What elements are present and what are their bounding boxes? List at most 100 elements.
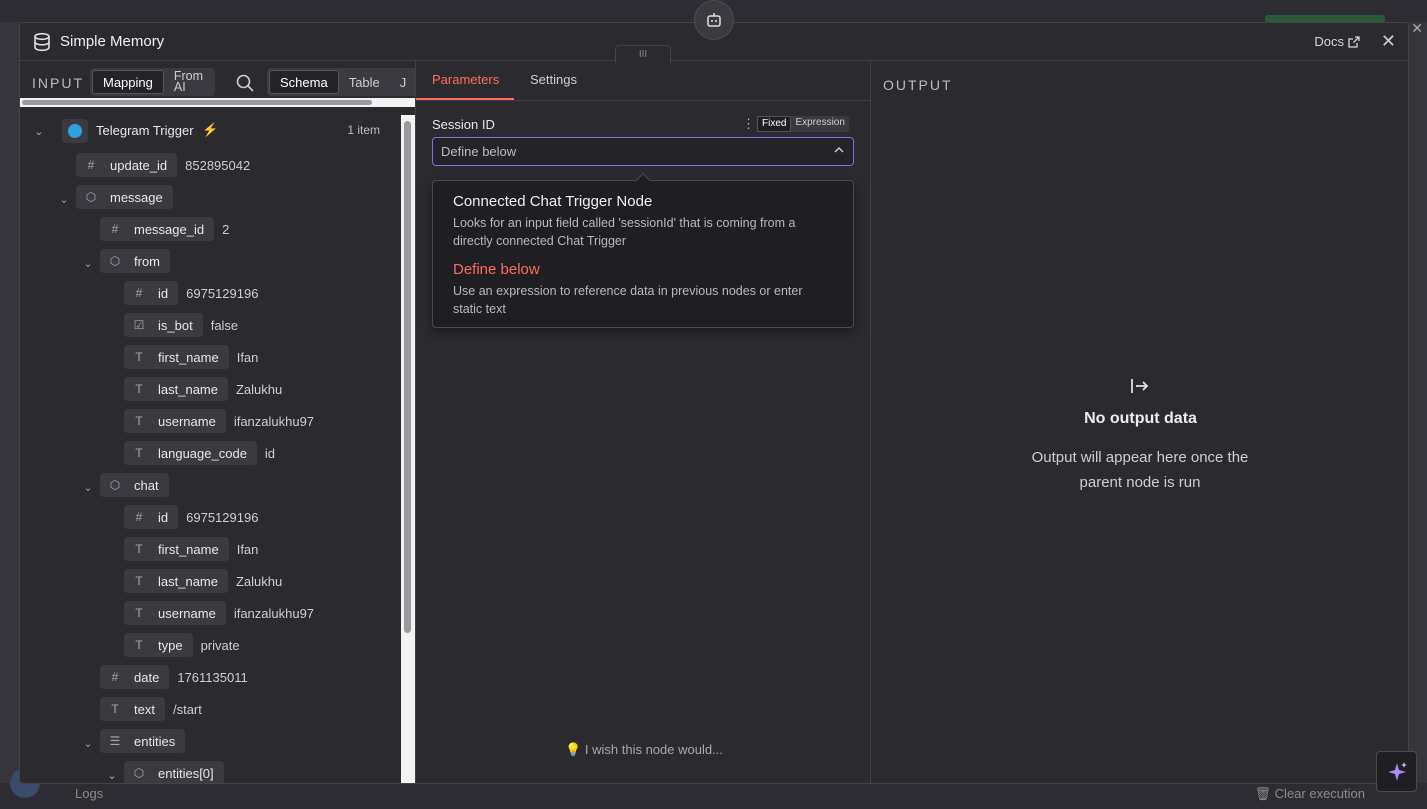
no-output-title: No output data bbox=[1084, 410, 1197, 427]
object-row[interactable]: ⬡ message bbox=[76, 185, 173, 209]
telegram-trigger-row[interactable]: ⌄ Telegram Trigger ⚡ 1 item bbox=[32, 119, 392, 143]
chevron-down-icon[interactable]: ⌄ bbox=[105, 768, 119, 782]
field-pill[interactable]: Ttype bbox=[124, 633, 193, 657]
fixed-option[interactable]: Fixed bbox=[757, 116, 792, 132]
chevron-down-icon[interactable]: ⌄ bbox=[32, 124, 46, 138]
search-icon[interactable] bbox=[235, 73, 255, 93]
field-key: message bbox=[110, 189, 163, 205]
field-pill[interactable]: # message_id bbox=[100, 217, 215, 241]
field-row[interactable]: Tusername ifanzalukhu97 bbox=[124, 409, 314, 433]
vertical-scrollbar[interactable] bbox=[404, 121, 411, 633]
field-value: 1761135011 bbox=[177, 669, 248, 685]
field-row[interactable]: # id 6975129196 bbox=[124, 505, 258, 529]
field-row[interactable]: Tlast_name Zalukhu bbox=[124, 569, 282, 593]
field-row[interactable]: Tfirst_name Ifan bbox=[124, 537, 258, 561]
clear-execution-button[interactable]: 🗑 Clear execution bbox=[1255, 786, 1365, 802]
field-row[interactable]: # update_id 852895042 bbox=[76, 153, 250, 177]
close-icon[interactable]: ✕ bbox=[1381, 31, 1396, 52]
number-icon: # bbox=[111, 222, 119, 236]
field-key: text bbox=[134, 701, 155, 717]
field-key: first_name bbox=[158, 349, 219, 365]
object-row[interactable]: ⬡ from bbox=[100, 249, 170, 273]
item-count: 1 item bbox=[347, 123, 380, 137]
option-define-below[interactable]: Define below Use an expression to refere… bbox=[453, 261, 833, 318]
field-pill[interactable]: Ttext bbox=[100, 697, 165, 721]
session-id-select[interactable]: Define below bbox=[432, 137, 854, 166]
field-row[interactable]: ☑ is_bot false bbox=[124, 313, 238, 337]
node-modal: Simple Memory Docs ✕ INPUT Mapping From … bbox=[19, 22, 1409, 784]
number-icon: # bbox=[87, 158, 95, 172]
field-row[interactable]: Tusername ifanzalukhu97 bbox=[124, 601, 314, 625]
field-row[interactable]: Tlanguage_code id bbox=[124, 441, 275, 465]
text-icon: T bbox=[135, 606, 143, 620]
text-icon: T bbox=[135, 382, 143, 396]
field-row[interactable]: Tfirst_name Ifan bbox=[124, 345, 258, 369]
field-row[interactable]: Ttype private bbox=[124, 633, 240, 657]
field-row[interactable]: Ttext /start bbox=[100, 697, 202, 721]
option-connected-chat-trigger[interactable]: Connected Chat Trigger Node Looks for an… bbox=[453, 193, 833, 250]
json-tab[interactable]: J bbox=[390, 70, 415, 94]
field-pill[interactable]: ⬡ from bbox=[100, 249, 170, 273]
text-icon: T bbox=[135, 542, 143, 556]
field-value: ifanzalukhu97 bbox=[233, 605, 315, 621]
logs-tab[interactable]: Logs bbox=[75, 786, 103, 801]
cube-icon: ⬡ bbox=[85, 190, 97, 204]
field-pill[interactable]: Tlanguage_code bbox=[124, 441, 257, 465]
field-pill[interactable]: ⬡ message bbox=[76, 185, 173, 209]
field-pill[interactable]: Tusername bbox=[124, 409, 226, 433]
text-icon: T bbox=[135, 350, 143, 364]
parameters-panel: Parameters Settings Session ID ⋮ Fixed E… bbox=[415, 61, 872, 783]
field-pill[interactable]: ☑ is_bot bbox=[124, 313, 203, 337]
field-value: /start bbox=[172, 701, 202, 717]
field-pill[interactable]: # id bbox=[124, 281, 179, 305]
field-pill[interactable]: ⬡ entities[0] bbox=[124, 761, 224, 783]
mapping-tab[interactable]: Mapping bbox=[92, 70, 164, 94]
field-key: language_code bbox=[158, 445, 247, 461]
object-row[interactable]: ⬡ chat bbox=[100, 473, 169, 497]
field-pill[interactable]: # id bbox=[124, 505, 179, 529]
field-row[interactable]: # id 6975129196 bbox=[124, 281, 258, 305]
clear-execution-label: Clear execution bbox=[1274, 786, 1365, 801]
field-row[interactable]: Tlast_name Zalukhu bbox=[124, 377, 282, 401]
field-pill[interactable]: Tlast_name bbox=[124, 569, 228, 593]
text-icon: T bbox=[135, 446, 143, 460]
lightbulb-icon: 💡 bbox=[565, 742, 582, 757]
field-pill[interactable]: Tusername bbox=[124, 601, 226, 625]
field-pill[interactable]: Tlast_name bbox=[124, 377, 228, 401]
field-value: private bbox=[200, 637, 240, 653]
from-ai-tab[interactable]: From AI bbox=[164, 70, 213, 94]
docs-link[interactable]: Docs bbox=[1314, 34, 1360, 49]
tab-parameters[interactable]: Parameters bbox=[432, 72, 499, 87]
horizontal-scrollbar[interactable] bbox=[22, 100, 372, 105]
object-row[interactable]: ⬡ entities[0] bbox=[124, 761, 224, 783]
field-pill[interactable]: ⬡ chat bbox=[100, 473, 169, 497]
field-value: 6975129196 bbox=[186, 509, 259, 525]
field-pill[interactable]: Tfirst_name bbox=[124, 345, 229, 369]
field-pill[interactable]: # update_id bbox=[76, 153, 178, 177]
feedback-link[interactable]: 💡 I wish this node would... bbox=[416, 742, 872, 758]
chevron-down-icon[interactable]: ⌄ bbox=[81, 736, 95, 750]
table-tab[interactable]: Table bbox=[339, 70, 390, 94]
field-row[interactable]: # message_id 2 bbox=[100, 217, 229, 241]
array-row[interactable]: ☰ entities bbox=[100, 729, 186, 753]
option-desc: Looks for an input field called 'session… bbox=[453, 216, 796, 248]
schema-tab[interactable]: Schema bbox=[269, 70, 339, 94]
field-pill[interactable]: Tfirst_name bbox=[124, 537, 229, 561]
field-row[interactable]: # date 1761135011 bbox=[100, 665, 248, 689]
chevron-down-icon[interactable]: ⌄ bbox=[81, 256, 95, 270]
robot-icon[interactable] bbox=[694, 0, 734, 40]
more-options-icon[interactable]: ⋮ bbox=[742, 116, 755, 132]
ai-assistant-button[interactable] bbox=[1376, 751, 1417, 792]
chevron-down-icon[interactable]: ⌄ bbox=[57, 192, 71, 206]
field-pill[interactable]: ☰ entities bbox=[100, 729, 186, 753]
field-pill[interactable]: # date bbox=[100, 665, 170, 689]
chevron-up-icon bbox=[834, 147, 844, 153]
drag-handle[interactable]: III bbox=[615, 45, 671, 63]
field-key: last_name bbox=[158, 573, 218, 589]
no-output-desc: Output will appear here once the parent … bbox=[1031, 449, 1249, 491]
tab-settings[interactable]: Settings bbox=[530, 72, 577, 87]
chevron-down-icon[interactable]: ⌄ bbox=[81, 480, 95, 494]
field-value: Ifan bbox=[236, 541, 259, 557]
expression-option[interactable]: Expression bbox=[791, 116, 848, 132]
docs-label: Docs bbox=[1314, 34, 1344, 49]
